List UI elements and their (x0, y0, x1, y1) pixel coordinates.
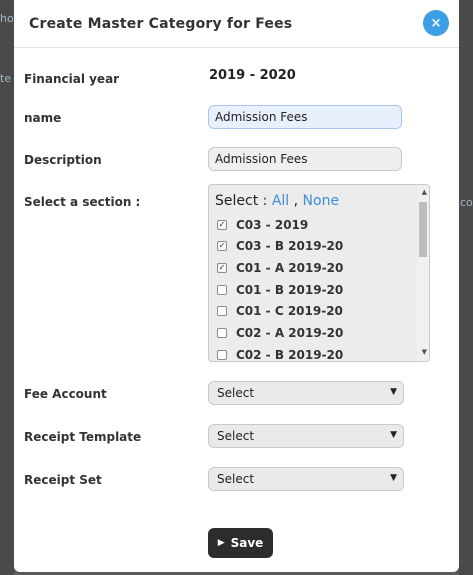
select-prefix: Select : (215, 193, 272, 209)
fee-account-label: Fee Account (24, 387, 107, 401)
section-option[interactable]: C01 - C 2019-20 (217, 304, 343, 318)
section-option-label: C03 - B 2019-20 (236, 239, 344, 253)
background-text: co (460, 196, 473, 209)
listbox-scrollbar[interactable]: ▲ ▼ (417, 185, 429, 361)
description-input[interactable]: Admission Fees (208, 147, 402, 171)
section-option-label: C01 - C 2019-20 (236, 304, 343, 318)
receipt-template-select[interactable]: Select ▼ (208, 424, 404, 448)
section-option-label: C02 - A 2019-20 (236, 326, 344, 340)
section-option[interactable]: ✓ C01 - A 2019-20 (217, 261, 343, 275)
save-label: Save (230, 536, 264, 550)
receipt-template-label: Receipt Template (24, 430, 142, 444)
background-text: te (0, 72, 12, 85)
scroll-up-icon[interactable]: ▲ (422, 188, 427, 196)
background-right (459, 0, 473, 575)
section-listbox[interactable]: Select : All , None ✓ C03 - 2019 ✓ C03 -… (208, 184, 430, 362)
modal-header: Create Master Category for Fees × (14, 0, 459, 48)
section-option-label: C02 - B 2019-20 (236, 348, 344, 362)
checkbox[interactable] (217, 350, 227, 360)
chevron-down-icon: ▼ (390, 387, 397, 397)
checkbox[interactable] (217, 306, 227, 316)
checkbox[interactable]: ✓ (217, 220, 227, 230)
fee-account-value: Select (217, 386, 255, 400)
scroll-down-icon[interactable]: ▼ (422, 348, 427, 356)
section-option[interactable]: C01 - B 2019-20 (217, 283, 343, 297)
section-option-label: C01 - A 2019-20 (236, 261, 344, 275)
save-button[interactable]: ▶ Save (208, 528, 273, 558)
section-option[interactable]: C02 - A 2019-20 (217, 326, 343, 340)
close-icon: × (430, 15, 442, 31)
name-label: name (24, 111, 62, 125)
create-category-modal: Create Master Category for Fees × Financ… (14, 0, 459, 572)
section-option[interactable]: C02 - B 2019-20 (217, 348, 344, 362)
background-text: ho (0, 12, 14, 25)
section-label: Select a section : (24, 195, 141, 209)
section-option-label: C01 - B 2019-20 (236, 283, 344, 297)
name-input-value: Admission Fees (215, 110, 308, 124)
receipt-set-select[interactable]: Select ▼ (208, 467, 404, 491)
financial-year-value: 2019 - 2020 (209, 68, 296, 83)
background-left (0, 0, 14, 575)
modal-title: Create Master Category for Fees (29, 16, 293, 32)
receipt-set-value: Select (217, 472, 255, 486)
fee-account-select[interactable]: Select ▼ (208, 381, 404, 405)
select-separator: , (289, 193, 303, 209)
select-none-link[interactable]: None (303, 193, 340, 209)
section-option-label: C03 - 2019 (236, 218, 309, 232)
close-button[interactable]: × (423, 10, 449, 36)
description-label: Description (24, 153, 102, 167)
scroll-thumb[interactable] (419, 202, 427, 257)
checkbox[interactable] (217, 285, 227, 295)
section-option[interactable]: ✓ C03 - B 2019-20 (217, 239, 343, 253)
financial-year-label: Financial year (24, 72, 120, 86)
chevron-down-icon: ▼ (390, 473, 397, 483)
checkbox[interactable]: ✓ (217, 241, 227, 251)
description-input-value: Admission Fees (215, 152, 308, 166)
receipt-template-value: Select (217, 429, 255, 443)
section-option[interactable]: ✓ C03 - 2019 (217, 218, 308, 232)
play-icon: ▶ (217, 538, 225, 548)
receipt-set-label: Receipt Set (24, 473, 102, 487)
section-select-header: Select : All , None (215, 193, 339, 209)
name-input[interactable]: Admission Fees (208, 105, 402, 129)
select-all-link[interactable]: All (272, 193, 289, 209)
checkbox[interactable]: ✓ (217, 263, 227, 273)
chevron-down-icon: ▼ (390, 430, 397, 440)
checkbox[interactable] (217, 328, 227, 338)
